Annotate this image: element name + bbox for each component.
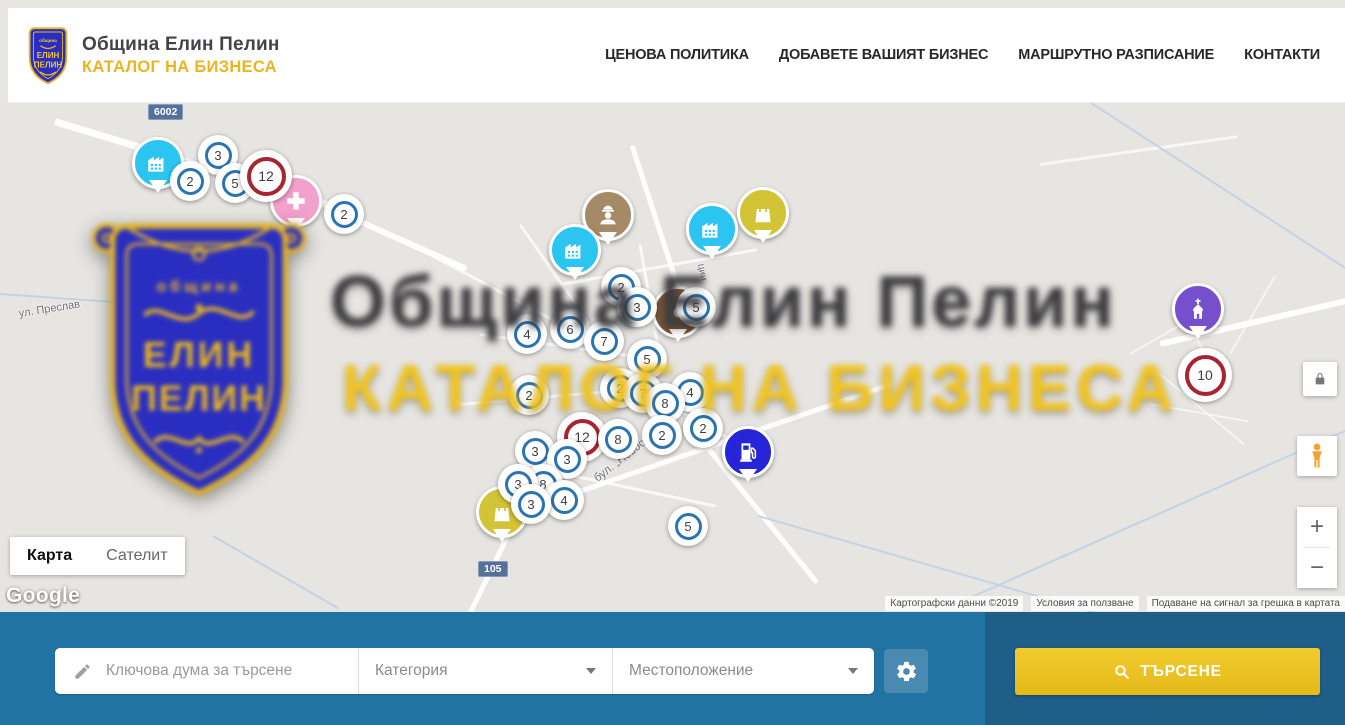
cluster-marker[interactable]: 5 — [668, 506, 708, 546]
street-view-pegman-button[interactable] — [1297, 436, 1337, 476]
top-strip — [0, 0, 1345, 8]
pegman-icon — [1305, 442, 1329, 470]
site-subtitle: КАТАЛОГ НА БИЗНЕСА — [82, 58, 280, 77]
left-strip — [0, 0, 8, 103]
google-logo: Google — [6, 584, 80, 608]
category-value: Категория — [375, 662, 447, 680]
search-fields: Категория Местоположение — [55, 648, 874, 694]
nav-link-contacts[interactable]: КОНТАКТИ — [1244, 47, 1320, 63]
bag-icon — [750, 200, 776, 226]
watermark-shield: община ЕЛИН ПЕЛИН — [85, 212, 313, 500]
factory-icon — [562, 237, 588, 263]
map-attribution: Картографски данни ©2019 Условия за полз… — [885, 596, 1345, 611]
cluster-count: 3 — [554, 446, 581, 473]
cluster-marker[interactable]: 2 — [324, 194, 364, 234]
gear-icon — [895, 660, 918, 683]
attribution-report-link[interactable]: Подаване на сигнал за грешка в картата — [1147, 596, 1345, 611]
cluster-marker[interactable]: 3 — [511, 484, 551, 524]
keyword-field[interactable] — [55, 648, 358, 694]
main-nav: ЦЕНОВА ПОЛИТИКА ДОБАВЕТЕ ВАШИЯТ БИЗНЕС М… — [605, 47, 1320, 63]
watermark-shield-line2: ПЕЛИН — [131, 379, 267, 419]
site-title: Община Елин Пелин — [82, 34, 280, 56]
medical-cross-icon — [283, 188, 309, 214]
lock-icon — [1312, 371, 1328, 387]
map-type-satellite-button[interactable]: Сателит — [89, 537, 184, 575]
search-button[interactable]: ТЪРСЕНЕ — [1015, 648, 1320, 695]
cluster-count: 5 — [675, 513, 702, 540]
church-icon — [1185, 296, 1211, 322]
factory-icon — [145, 150, 171, 176]
worker-icon — [595, 202, 621, 228]
search-icon — [1113, 663, 1130, 680]
keyword-input[interactable] — [104, 661, 344, 681]
church-pin[interactable] — [1172, 283, 1224, 335]
cluster-marker[interactable]: 12 — [240, 150, 292, 202]
nav-link-pricing[interactable]: ЦЕНОВА ПОЛИТИКА — [605, 47, 749, 63]
cluster-count: 2 — [331, 201, 358, 228]
cluster-count: 2 — [177, 168, 204, 195]
location-select[interactable]: Местоположение — [612, 648, 874, 694]
cluster-marker[interactable]: 10 — [1178, 348, 1232, 402]
watermark-title: Община Елин Пелин — [330, 261, 1117, 343]
zoom-in-button[interactable]: + — [1297, 507, 1337, 547]
bag-pin[interactable] — [737, 187, 789, 239]
zoom-control: + − — [1297, 507, 1337, 588]
watermark-shield-top-word: община — [157, 279, 242, 296]
map-type-control: Карта Сателит — [10, 537, 185, 575]
cluster-count: 10 — [1185, 355, 1226, 396]
fuel-icon — [735, 439, 761, 465]
header: община ЕЛИН ПЕЛИН Община Елин Пелин КАТА… — [8, 8, 1345, 103]
municipality-logo-icon: община ЕЛИН ПЕЛИН — [25, 24, 71, 86]
lock-button[interactable] — [1303, 362, 1337, 396]
zoom-out-button[interactable]: − — [1297, 548, 1337, 588]
category-select[interactable]: Категория — [358, 648, 612, 694]
cluster-marker[interactable]: 8 — [598, 419, 638, 459]
page: община ЕЛИН ПЕЛИН Община Елин Пелин КАТА… — [0, 0, 1345, 725]
nav-link-route-schedule[interactable]: МАРШРУТНО РАЗПИСАНИЕ — [1018, 47, 1214, 63]
watermark-shield-line1: ЕЛИН — [143, 335, 255, 375]
cluster-count: 8 — [605, 426, 632, 453]
brand[interactable]: община ЕЛИН ПЕЛИН Община Елин Пелин КАТА… — [25, 24, 280, 86]
cluster-count: 4 — [551, 487, 578, 514]
logo-top-word: община — [39, 37, 57, 43]
chevron-down-icon — [586, 668, 596, 674]
logo-line2: ПЕЛИН — [34, 60, 63, 69]
map-type-map-button[interactable]: Карта — [10, 537, 89, 575]
fuel-pin[interactable] — [722, 426, 774, 478]
factory-icon — [699, 216, 725, 242]
location-value: Местоположение — [629, 662, 753, 680]
chevron-down-icon — [848, 668, 858, 674]
attribution-terms-link[interactable]: Условия за ползване — [1031, 596, 1138, 611]
cluster-marker[interactable]: 2 — [170, 161, 210, 201]
cluster-count: 3 — [518, 491, 545, 518]
factory-pin[interactable] — [686, 203, 738, 255]
road-badge: 6002 — [148, 104, 183, 120]
road-badge: 105 — [478, 561, 508, 577]
advanced-search-button[interactable] — [884, 649, 928, 693]
attribution-data: Картографски данни ©2019 — [885, 596, 1023, 611]
pencil-icon — [73, 662, 92, 681]
map-canvas[interactable]: ул. Преслав бул. „Новосел ции 6002 105 3… — [0, 103, 1345, 612]
search-button-label: ТЪРСЕНЕ — [1140, 663, 1222, 681]
search-bar: Категория Местоположение ТЪРСЕНЕ — [0, 612, 1345, 725]
cluster-count: 12 — [247, 157, 286, 196]
cluster-count: 2 — [649, 422, 676, 449]
nav-link-add-business[interactable]: ДОБАВЕТЕ ВАШИЯТ БИЗНЕС — [779, 47, 988, 63]
brand-text: Община Елин Пелин КАТАЛОГ НА БИЗНЕСА — [82, 34, 280, 77]
cluster-count: 3 — [522, 438, 549, 465]
logo-line1: ЕЛИН — [37, 51, 60, 60]
watermark-subtitle: КАТАЛОГ НА БИЗНЕСА — [342, 350, 1178, 425]
